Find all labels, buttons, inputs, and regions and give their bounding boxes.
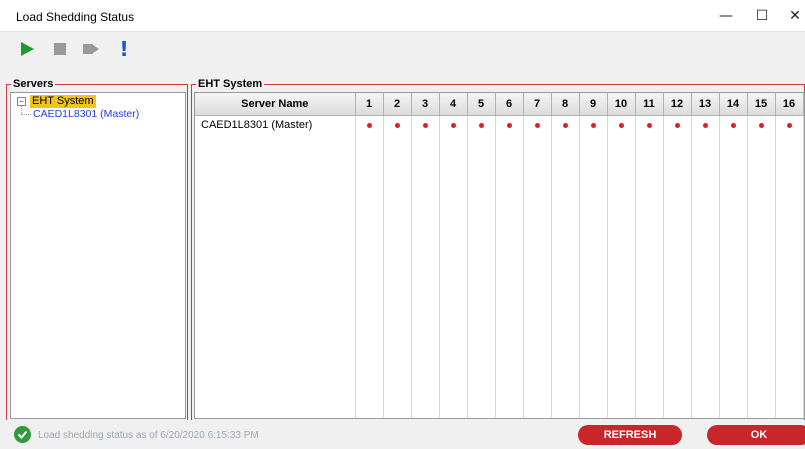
status-cell-3 [411, 115, 440, 134]
status-cell-14 [719, 115, 748, 134]
ok-button[interactable]: OK [707, 425, 805, 445]
refresh-button[interactable]: REFRESH [578, 425, 682, 445]
status-dot-icon [506, 122, 512, 128]
status-cell-9 [579, 115, 608, 134]
window-title: Load Shedding Status [16, 10, 135, 24]
status-cell-1 [355, 115, 384, 134]
column-header-14[interactable]: 14 [719, 93, 748, 116]
column-header-13[interactable]: 13 [691, 93, 720, 116]
status-dot-icon [394, 122, 400, 128]
column-header-server-name[interactable]: Server Name [195, 93, 356, 116]
column-header-10[interactable]: 10 [607, 93, 636, 116]
title-bar: Load Shedding Status — ☐ ✕ [0, 0, 805, 31]
status-cell-15 [747, 115, 776, 134]
status-grid[interactable]: Server Name 1 2 3 4 5 6 7 8 9 10 11 12 1… [194, 92, 805, 419]
stop-button[interactable] [49, 38, 71, 60]
status-dot-icon [646, 122, 652, 128]
status-dot-icon [366, 122, 372, 128]
status-dot-icon [590, 122, 596, 128]
play-icon [21, 42, 34, 56]
servers-label: Servers [11, 77, 56, 91]
status-dot-icon [786, 122, 792, 128]
close-button[interactable]: ✕ [780, 4, 805, 28]
status-dot-icon [450, 122, 456, 128]
status-cell-11 [635, 115, 664, 134]
status-dot-icon [702, 122, 708, 128]
status-dot-icon [422, 122, 428, 128]
tree-connector [21, 114, 31, 115]
column-header-8[interactable]: 8 [551, 93, 580, 116]
status-cell-10 [607, 115, 636, 134]
record-icon [83, 44, 99, 54]
column-header-5[interactable]: 5 [467, 93, 496, 116]
column-header-16[interactable]: 16 [775, 93, 804, 116]
servers-tree[interactable]: − EHT System CAED1L8301 (Master) [10, 92, 186, 419]
column-header-7[interactable]: 7 [523, 93, 552, 116]
check-circle-icon [14, 426, 31, 443]
status-dot-icon [730, 122, 736, 128]
collapse-icon[interactable]: − [17, 97, 26, 106]
record-button[interactable] [80, 38, 102, 60]
status-cell-8 [551, 115, 580, 134]
status-dot-icon [674, 122, 680, 128]
status-dot-icon [562, 122, 568, 128]
column-header-1[interactable]: 1 [355, 93, 384, 116]
column-header-9[interactable]: 9 [579, 93, 608, 116]
status-cell-4 [439, 115, 468, 134]
status-dot-icon [534, 122, 540, 128]
tree-node-eht-system[interactable]: − EHT System [17, 95, 96, 108]
status-dot-icon [758, 122, 764, 128]
status-cell-13 [691, 115, 720, 134]
eht-system-label: EHT System [196, 77, 265, 91]
minimize-button[interactable]: — [711, 4, 741, 28]
column-header-3[interactable]: 3 [411, 93, 440, 116]
table-filler-row [195, 134, 804, 418]
maximize-button[interactable]: ☐ [747, 4, 777, 28]
status-cell-6 [495, 115, 524, 134]
status-cell-12 [663, 115, 692, 134]
stop-icon [54, 43, 66, 55]
column-header-6[interactable]: 6 [495, 93, 524, 116]
column-header-12[interactable]: 12 [663, 93, 692, 116]
status-table: Server Name 1 2 3 4 5 6 7 8 9 10 11 12 1… [195, 93, 804, 418]
status-message: Load shedding status as of 6/20/2020 6:1… [38, 430, 259, 441]
alert-button[interactable]: ! [113, 37, 135, 61]
status-dot-icon [478, 122, 484, 128]
status-cell-2 [383, 115, 412, 134]
column-header-2[interactable]: 2 [383, 93, 412, 116]
status-dot-icon [618, 122, 624, 128]
status-cell-5 [467, 115, 496, 134]
status-cell-7 [523, 115, 552, 134]
toolbar: ! [0, 31, 805, 63]
tree-root-label[interactable]: EHT System [30, 95, 96, 108]
play-button[interactable] [16, 38, 38, 60]
tree-node-server[interactable]: CAED1L8301 (Master) [33, 108, 139, 120]
column-header-4[interactable]: 4 [439, 93, 468, 116]
server-name-cell: CAED1L8301 (Master) [195, 115, 356, 134]
column-header-15[interactable]: 15 [747, 93, 776, 116]
table-header-row: Server Name 1 2 3 4 5 6 7 8 9 10 11 12 1… [195, 93, 804, 116]
table-row[interactable]: CAED1L8301 (Master) [195, 115, 804, 134]
exclamation-icon: ! [119, 37, 129, 61]
column-header-11[interactable]: 11 [635, 93, 664, 116]
status-cell-16 [775, 115, 804, 134]
